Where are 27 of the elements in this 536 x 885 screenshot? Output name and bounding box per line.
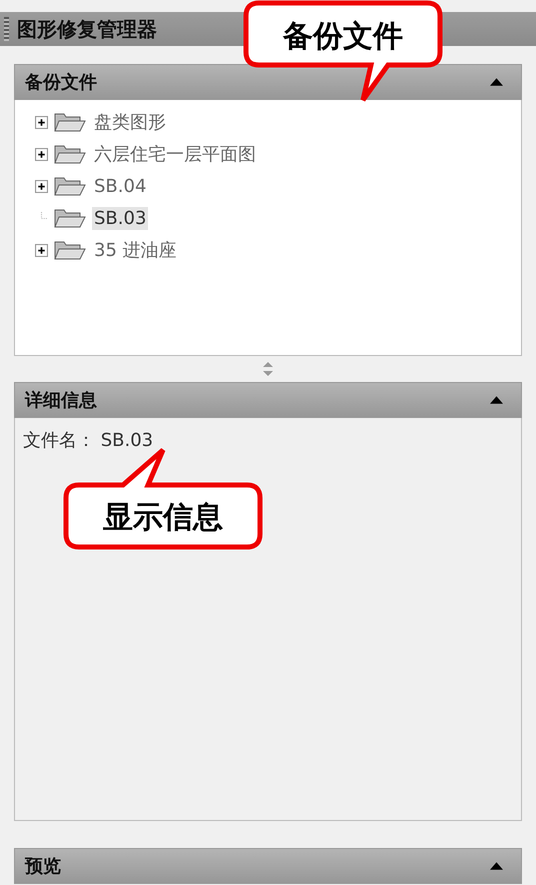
expand-icon[interactable] bbox=[35, 148, 48, 160]
expand-icon[interactable] bbox=[35, 244, 48, 256]
tree-item[interactable]: SB.04 bbox=[92, 174, 148, 198]
panel-title: 详细信息 bbox=[25, 389, 97, 412]
panel-header[interactable]: 预览 bbox=[14, 848, 522, 884]
folder-icon bbox=[54, 143, 86, 165]
grip-handle[interactable] bbox=[4, 17, 9, 41]
tree-item[interactable]: 六层住宅一层平面图 bbox=[92, 141, 258, 167]
folder-icon bbox=[54, 207, 86, 229]
collapse-icon[interactable] bbox=[490, 862, 503, 870]
panel-header[interactable]: 备份文件 bbox=[14, 64, 522, 100]
panel-title: 预览 bbox=[25, 855, 61, 878]
panel-header[interactable]: 详细信息 bbox=[14, 382, 522, 418]
folder-icon bbox=[54, 111, 86, 133]
window-title: 图形修复管理器 bbox=[17, 16, 157, 42]
tree-item[interactable]: SB.03 bbox=[92, 206, 148, 230]
panel-title: 备份文件 bbox=[25, 71, 97, 94]
expand-icon[interactable] bbox=[35, 180, 48, 192]
collapse-icon[interactable] bbox=[490, 396, 503, 404]
folder-icon bbox=[54, 175, 86, 197]
tree-item[interactable]: 35 进油座 bbox=[92, 237, 179, 263]
tree-item[interactable]: 盘类图形 bbox=[92, 109, 168, 135]
expand-icon[interactable] bbox=[35, 116, 48, 128]
callout: 备份文件 bbox=[243, 0, 443, 104]
folder-icon bbox=[54, 239, 86, 261]
splitter-handle[interactable] bbox=[262, 361, 274, 377]
collapse-icon[interactable] bbox=[490, 78, 503, 86]
